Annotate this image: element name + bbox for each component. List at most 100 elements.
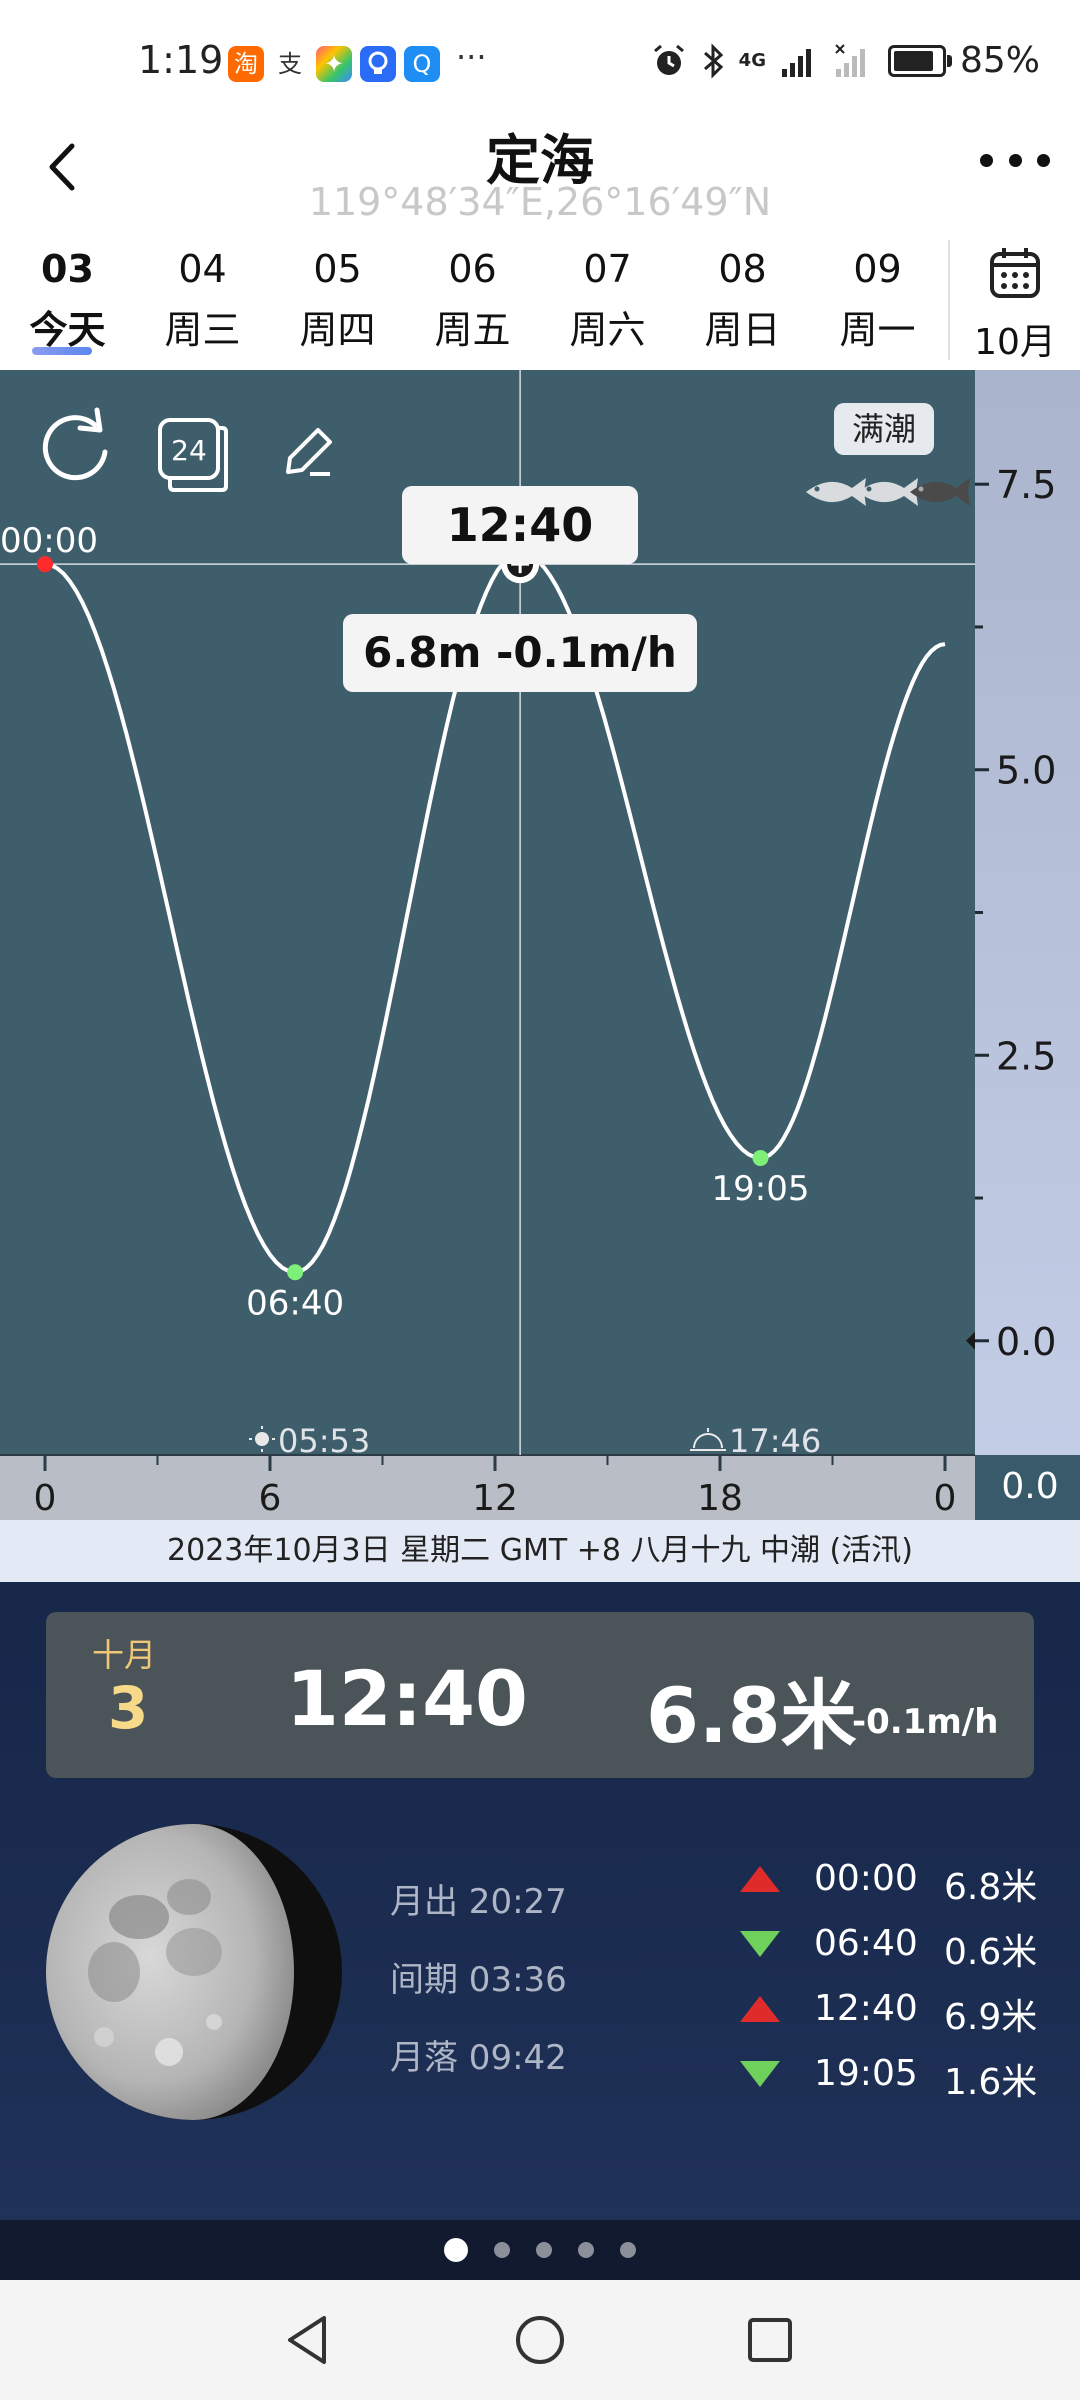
tide-height: 6.9米 bbox=[944, 1997, 1038, 2038]
low-tide-icon bbox=[740, 1931, 780, 1957]
extremum-time-label: 00:00 bbox=[0, 521, 98, 561]
nav-home-button[interactable] bbox=[510, 2310, 570, 2370]
date-tab-08[interactable]: 08 周日 bbox=[675, 235, 810, 365]
page-indicator bbox=[0, 2220, 1080, 2280]
tide-row-low: 06:40 0.6米 bbox=[740, 1919, 1040, 1973]
active-tab-indicator bbox=[32, 347, 92, 355]
date-tab-num: 06 bbox=[448, 247, 497, 291]
y-tick-label: 5.0 bbox=[996, 749, 1056, 793]
extremum-point bbox=[287, 1264, 304, 1281]
date-tab-num: 07 bbox=[583, 247, 632, 291]
extremum-point bbox=[752, 1150, 769, 1167]
current-tide-card: 十月 3 12:40 6.8米 -0.1m/h bbox=[46, 1612, 1034, 1778]
title-bar: 定海 119°48′34″E,26°16′49″N bbox=[0, 110, 1080, 225]
page-dot[interactable] bbox=[494, 2242, 510, 2258]
tide-height: 6.8米 bbox=[944, 1867, 1038, 1908]
date-tab-num: 09 bbox=[853, 247, 902, 291]
alarm-icon bbox=[653, 44, 684, 75]
nav-recents-button[interactable] bbox=[740, 2310, 800, 2370]
date-tab-num: 08 bbox=[718, 247, 767, 291]
date-tab-07[interactable]: 07 周六 bbox=[540, 235, 675, 365]
card-rate: -0.1m/h bbox=[852, 1702, 999, 1742]
colorful-app-icon: ✦ bbox=[316, 46, 352, 82]
date-tab-06[interactable]: 06 周五 bbox=[405, 235, 540, 365]
battery-level bbox=[893, 50, 933, 71]
y-axis-background bbox=[975, 370, 1080, 1455]
date-tab-day: 周六 bbox=[569, 308, 646, 352]
high-tide-icon bbox=[740, 1996, 780, 2022]
tide-height: 0.6米 bbox=[944, 1932, 1038, 1973]
date-tab-num: 05 bbox=[313, 247, 362, 291]
card-month: 十月 bbox=[92, 1636, 157, 1674]
more-options-button[interactable] bbox=[980, 140, 1050, 180]
alipay-app-icon: 支 bbox=[272, 46, 308, 82]
page-dot-active[interactable] bbox=[444, 2238, 468, 2262]
system-nav-bar bbox=[0, 2280, 1080, 2400]
date-tab-03[interactable]: 03 今天 bbox=[0, 235, 135, 365]
tide-details-panel: 十月 3 12:40 6.8米 -0.1m/h 月出 20:27 间期 03:3… bbox=[0, 1582, 1080, 2282]
bulb-app-icon bbox=[360, 46, 396, 82]
date-tab-day: 周一 bbox=[839, 308, 916, 352]
status-bar: 1:19 淘 支 ✦ Q ··· 4G 85% bbox=[0, 0, 1080, 110]
moonrise-text: 月出 20:27 bbox=[390, 1882, 567, 1922]
page-dot[interactable] bbox=[536, 2242, 552, 2258]
date-tab-05[interactable]: 05 周四 bbox=[270, 235, 405, 365]
cursor-time-tooltip: 12:40 bbox=[402, 486, 638, 564]
more-dot-icon bbox=[1008, 153, 1022, 167]
tide-time: 19:05 bbox=[814, 2053, 918, 2094]
back-button[interactable] bbox=[30, 132, 100, 202]
page-dot[interactable] bbox=[578, 2242, 594, 2258]
tide-row-low: 19:05 1.6米 bbox=[740, 2049, 1040, 2103]
signal-icon bbox=[781, 48, 811, 77]
card-time: 12:40 bbox=[286, 1654, 528, 1743]
status-time: 1:19 bbox=[138, 38, 224, 82]
cursor-value-tooltip: 6.8m -0.1m/h bbox=[343, 614, 697, 692]
tide-row-high: 00:00 6.8米 bbox=[740, 1854, 1040, 1908]
tide-time: 12:40 bbox=[814, 1988, 918, 2029]
signal-off-icon bbox=[835, 43, 865, 77]
date-tab-day: 今天 bbox=[29, 308, 106, 352]
tide-chart-panel[interactable]: 7.5 5.0 2.5 0.0 0.0 0 6 12 18 0 00:00 06:40 19:05 12… bbox=[0, 370, 1080, 1520]
date-info-bar: 2023年10月3日 星期二 GMT +8 八月十九 中潮 (活汛) bbox=[0, 1520, 1080, 1582]
date-tab-num: 03 bbox=[41, 247, 94, 291]
calendar-button[interactable]: 10月 bbox=[960, 235, 1070, 365]
extremum-time-label: 06:40 bbox=[246, 1283, 344, 1323]
date-tab-09[interactable]: 09 周一 bbox=[810, 235, 945, 365]
more-dot-icon bbox=[980, 153, 993, 167]
calendar-divider bbox=[948, 240, 950, 360]
y-axis-footer-value: 0.0 bbox=[1001, 1466, 1058, 1507]
card-height: 6.8米 bbox=[646, 1671, 857, 1760]
calendar-icon bbox=[990, 248, 1040, 298]
y-tick-label: 0.0 bbox=[996, 1320, 1056, 1364]
date-tab-04[interactable]: 04 周三 bbox=[135, 235, 270, 365]
tide-time: 06:40 bbox=[814, 1923, 918, 1964]
more-dot-icon bbox=[1037, 153, 1050, 167]
search-app-icon: Q bbox=[404, 46, 440, 82]
card-day: 3 bbox=[108, 1674, 149, 1742]
tide-row-high: 12:40 6.9米 bbox=[740, 1984, 1040, 2038]
tide-time: 00:00 bbox=[814, 1858, 918, 1899]
svg-text:24: 24 bbox=[171, 434, 207, 467]
moon-period-text: 间期 03:36 bbox=[390, 1960, 567, 2000]
y-tick-label: 7.5 bbox=[996, 463, 1056, 507]
x-tick-label: 0 bbox=[934, 1478, 957, 1519]
low-tide-icon bbox=[740, 2061, 780, 2087]
bluetooth-icon bbox=[703, 42, 723, 79]
battery-icon bbox=[887, 44, 952, 77]
date-tabs: 03 今天 04 周三 05 周四 06 周五 07 周六 08 周日 09 周… bbox=[0, 225, 1080, 370]
x-tick-label: 12 bbox=[472, 1478, 518, 1519]
x-tick-label: 0 bbox=[34, 1478, 57, 1519]
network-type: 4G bbox=[738, 50, 766, 71]
chevron-left-icon bbox=[49, 143, 75, 191]
status-more-icon: ··· bbox=[456, 38, 487, 76]
sunrise-time: 05:53 bbox=[278, 1422, 370, 1460]
date-tab-num: 04 bbox=[178, 247, 227, 291]
tide-height: 1.6米 bbox=[944, 2062, 1038, 2103]
page-dot[interactable] bbox=[620, 2242, 636, 2258]
x-tick-label: 18 bbox=[697, 1478, 743, 1519]
nav-back-button[interactable] bbox=[278, 2310, 338, 2370]
moonset-text: 月落 09:42 bbox=[390, 2038, 567, 2078]
date-tab-day: 周日 bbox=[704, 308, 781, 352]
full-tide-badge: 满潮 bbox=[834, 403, 934, 455]
sunset-time: 17:46 bbox=[729, 1422, 821, 1460]
